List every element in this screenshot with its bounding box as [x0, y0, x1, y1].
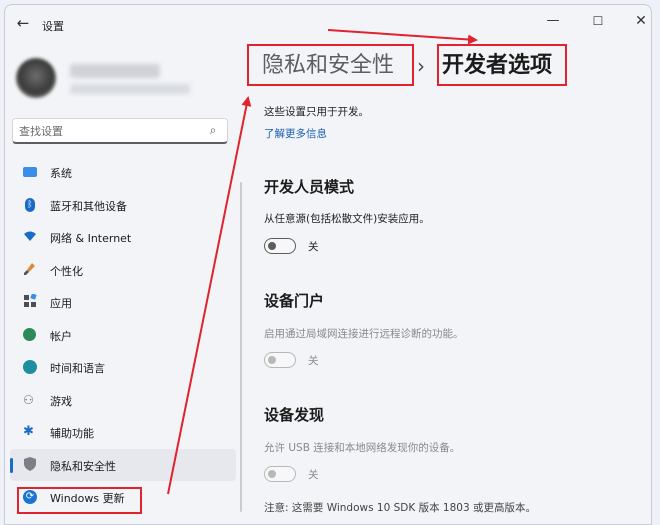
maximize-icon: ☐	[592, 14, 604, 28]
search-icon[interactable]: ⌕	[205, 122, 221, 138]
gamepad-icon: ⚇	[23, 392, 34, 407]
section-title-device-discovery: 设备发现	[264, 406, 325, 424]
device-portal-toggle-label: 关	[308, 355, 319, 367]
sidebar-item-label: Windows 更新	[50, 492, 125, 505]
sidebar-item-label: 蓝牙和其他设备	[50, 199, 127, 213]
breadcrumb-separator-icon: ›	[417, 54, 425, 78]
user-icon	[23, 327, 36, 341]
sidebar-item-network[interactable]: 网络 & Internet	[10, 221, 236, 254]
monitor-icon	[23, 167, 37, 177]
close-button[interactable]: ✕	[629, 11, 651, 31]
section-title-developer-mode: 开发人员模式	[264, 178, 355, 196]
shield-icon	[24, 456, 36, 471]
windows-update-icon: ⟳	[23, 490, 37, 504]
search-box[interactable]: ⌕	[12, 118, 228, 144]
back-button[interactable]: ←	[13, 13, 33, 33]
sidebar-item-gaming[interactable]: ⚇ 游戏	[10, 384, 236, 417]
sidebar-item-system[interactable]: 系统	[10, 156, 236, 189]
sidebar-nav: 系统 ᛒ 蓝牙和其他设备 网络 & Internet 个性化 应用 帐户 时间和…	[10, 156, 236, 514]
sidebar-item-privacy-security[interactable]: 隐私和安全性	[10, 448, 236, 481]
minimize-icon: —	[546, 13, 560, 28]
sidebar-item-label: 系统	[50, 167, 72, 180]
toggle-knob	[268, 242, 276, 250]
section-desc-developer-mode: 从任意源(包括松散文件)安装应用。	[264, 213, 430, 225]
toggle-knob	[268, 356, 276, 364]
section-desc-device-discovery: 允许 USB 连接和本地网络发现你的设备。	[264, 442, 461, 454]
search-input[interactable]	[19, 122, 199, 140]
minimize-button[interactable]: —	[541, 11, 565, 31]
sidebar-item-label: 应用	[50, 297, 72, 310]
section-title-device-portal: 设备门户	[264, 292, 325, 310]
globe-icon	[23, 360, 37, 374]
learn-more-link[interactable]: 了解更多信息	[264, 126, 327, 141]
brush-icon	[24, 262, 35, 275]
sidebar-item-apps[interactable]: 应用	[10, 286, 236, 319]
sidebar-item-accessibility[interactable]: ✱ 辅助功能	[10, 416, 236, 449]
sidebar-item-label: 游戏	[50, 394, 72, 408]
sidebar-item-label: 网络 & Internet	[50, 232, 132, 245]
bluetooth-icon: ᛒ	[25, 197, 35, 212]
sidebar-item-time-language[interactable]: 时间和语言	[10, 351, 236, 384]
title-bar: ← 设置 — ☐ ✕	[5, 5, 651, 41]
device-discovery-toggle-label: 关	[308, 469, 319, 481]
maximize-button[interactable]: ☐	[586, 11, 610, 31]
developer-mode-toggle-label: 关	[308, 241, 319, 253]
sidebar-item-label: 辅助功能	[50, 427, 94, 440]
breadcrumb-parent[interactable]: 隐私和安全性	[262, 50, 394, 82]
sdk-note: 注意: 这需要 Windows 10 SDK 版本 1803 或更高版本。	[264, 502, 536, 514]
sidebar-item-windows-update[interactable]: ⟳ Windows 更新	[10, 481, 236, 514]
device-discovery-toggle[interactable]	[264, 466, 296, 482]
section-desc-device-portal: 启用通过局域网连接进行远程诊断的功能。	[264, 328, 464, 340]
developer-mode-toggle[interactable]	[264, 238, 296, 254]
user-profile[interactable]	[10, 52, 235, 108]
app-title: 设置	[42, 20, 64, 33]
sidebar-item-accounts[interactable]: 帐户	[10, 319, 236, 352]
page-title: 开发者选项	[442, 53, 553, 78]
toggle-knob	[268, 470, 276, 478]
sidebar-item-label: 隐私和安全性	[50, 459, 116, 473]
sidebar-item-label: 个性化	[50, 264, 83, 278]
wifi-icon	[24, 231, 36, 241]
sidebar-item-bluetooth[interactable]: ᛒ 蓝牙和其他设备	[10, 189, 236, 222]
profile-name-blurred	[70, 64, 160, 78]
apps-icon	[24, 294, 37, 307]
sidebar-item-personalization[interactable]: 个性化	[10, 254, 236, 287]
accessibility-icon: ✱	[23, 424, 34, 439]
device-portal-toggle[interactable]	[264, 352, 296, 368]
sidebar-scrollbar[interactable]	[240, 182, 242, 512]
back-arrow-icon: ←	[16, 14, 30, 32]
sidebar-item-label: 帐户	[50, 329, 72, 343]
profile-email-blurred	[70, 84, 190, 94]
sidebar-item-label: 时间和语言	[50, 362, 105, 375]
intro-text: 这些设置只用于开发。	[264, 106, 369, 118]
close-icon: ✕	[635, 13, 647, 29]
avatar	[16, 58, 56, 98]
